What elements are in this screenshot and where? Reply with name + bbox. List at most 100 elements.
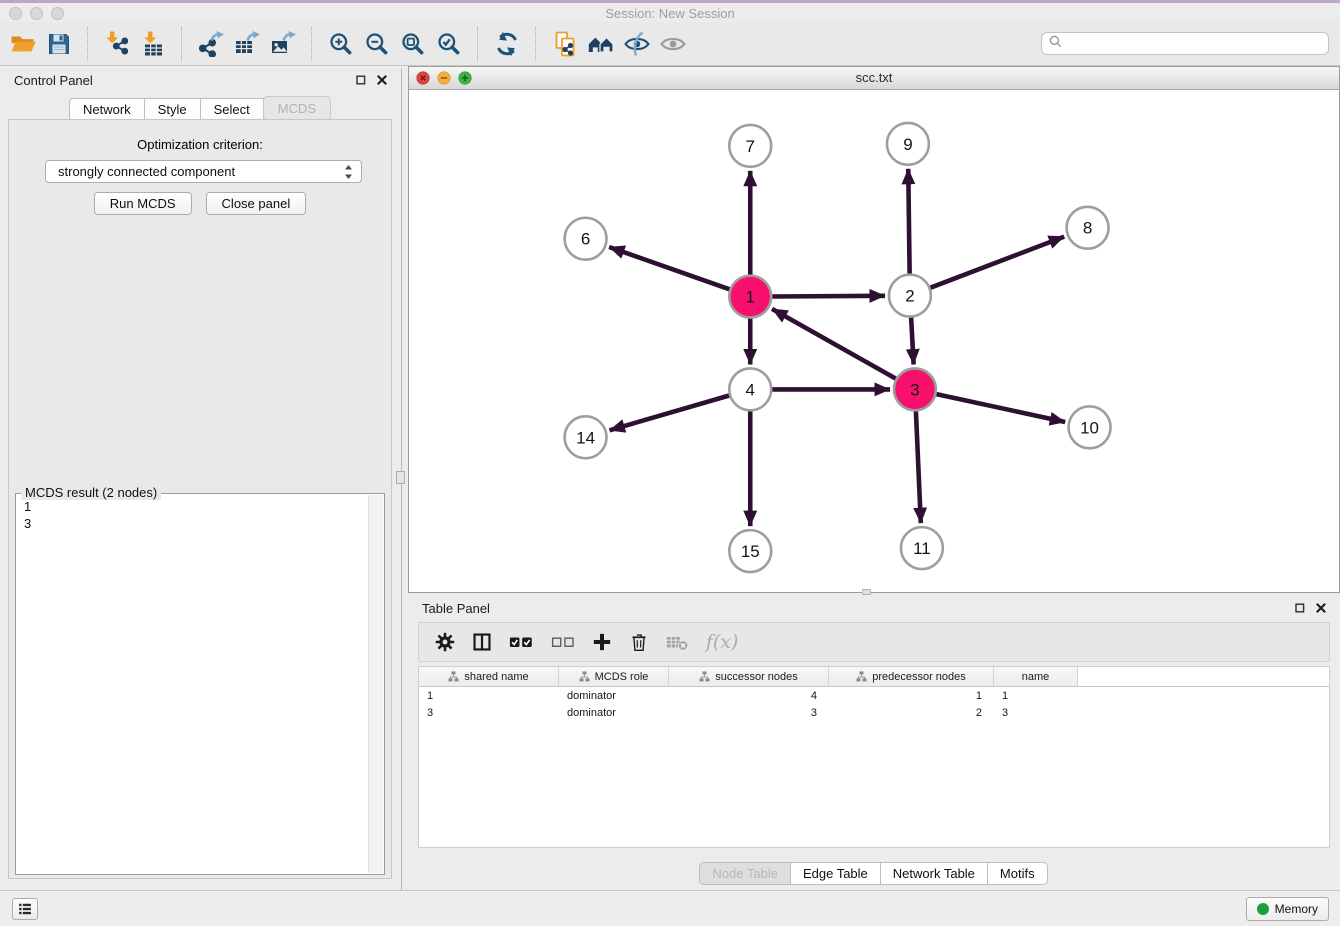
save-session-button[interactable] — [44, 28, 74, 60]
graph-node-1[interactable]: 1 — [729, 276, 771, 318]
application-window: Session: New Session Control Panel Netwo… — [0, 0, 1340, 926]
delete-table-icon — [666, 632, 689, 652]
import-table-button[interactable] — [138, 28, 168, 60]
select-all-columns-button[interactable] — [509, 632, 534, 652]
control-panel-float-button[interactable] — [355, 74, 367, 86]
graph-node-11[interactable]: 11 — [901, 527, 943, 569]
column-header-name[interactable]: name — [994, 667, 1078, 686]
search-input[interactable] — [1063, 32, 1328, 55]
add-column-button[interactable] — [592, 632, 612, 652]
splitter-knob[interactable] — [396, 471, 405, 484]
graph-edge-4-14[interactable] — [610, 395, 730, 430]
control-panel: Control Panel NetworkStyleSelectMCDS Opt… — [0, 68, 401, 890]
graph-edge-2-3[interactable] — [911, 318, 913, 365]
network-graph: 7 9 6 8 1 2 4 3 14 10 15 11 — [409, 90, 1339, 592]
table-settings-button[interactable] — [435, 632, 455, 652]
tab-style[interactable]: Style — [144, 98, 201, 121]
column-header-mcds-role[interactable]: MCDS role — [559, 667, 669, 686]
graph-edge-1-2[interactable] — [772, 296, 885, 297]
mcds-result-box: MCDS result (2 nodes) 13 — [15, 493, 385, 875]
import-network-icon — [104, 31, 130, 57]
column-header-predecessor-nodes[interactable]: predecessor nodes — [829, 667, 994, 686]
table-panel-float-button[interactable] — [1294, 602, 1306, 614]
graph-edge-2-9[interactable] — [908, 169, 909, 274]
task-history-button[interactable] — [12, 898, 38, 920]
tab-motifs[interactable]: Motifs — [987, 862, 1048, 885]
column-header-shared-name[interactable]: shared name — [419, 667, 559, 686]
graph-node-10[interactable]: 10 — [1069, 406, 1111, 448]
export-network-icon — [198, 31, 224, 57]
run-mcds-button[interactable]: Run MCDS — [94, 192, 192, 215]
show-view-button[interactable] — [658, 28, 688, 60]
memory-button[interactable]: Memory — [1246, 897, 1329, 921]
zoom-out-button[interactable] — [362, 28, 392, 60]
table-panel: Table Panel f(x) shared nameMCDS rolesuc… — [408, 596, 1340, 890]
hide-view-button[interactable] — [622, 28, 652, 60]
zoom-in-button[interactable] — [326, 28, 356, 60]
graph-node-4[interactable]: 4 — [729, 368, 771, 410]
graph-node-7[interactable]: 7 — [729, 125, 771, 167]
result-scrollbar[interactable] — [368, 495, 383, 873]
zoom-selected-button[interactable] — [434, 28, 464, 60]
table-cell: 1 — [419, 690, 559, 702]
search-box[interactable] — [1041, 32, 1329, 55]
toolbar-separator — [311, 27, 313, 61]
graph-edge-3-10[interactable] — [936, 394, 1065, 422]
criterion-dropdown[interactable]: strongly connected component — [45, 160, 362, 183]
table-tabs: Node TableEdge TableNetwork TableMotifs — [408, 862, 1340, 885]
column-label: predecessor nodes — [872, 671, 966, 683]
node-label: 14 — [576, 428, 595, 447]
graph-edge-2-8[interactable] — [930, 237, 1064, 288]
graph-edge-3-11[interactable] — [916, 411, 921, 523]
node-label: 8 — [1083, 219, 1092, 238]
graph-node-8[interactable]: 8 — [1067, 207, 1109, 249]
namespace-tree-icon — [699, 671, 710, 682]
graph-node-6[interactable]: 6 — [565, 218, 607, 260]
tab-select[interactable]: Select — [200, 98, 264, 121]
tab-network[interactable]: Network — [69, 98, 145, 121]
table-row[interactable]: 3dominator323 — [419, 704, 1329, 721]
network-canvas[interactable]: 7 9 6 8 1 2 4 3 14 10 15 11 — [409, 90, 1339, 592]
table-row[interactable]: 1dominator411 — [419, 687, 1329, 704]
graph-node-15[interactable]: 15 — [729, 530, 771, 572]
unselect-all-columns-button[interactable] — [551, 632, 576, 652]
main-toolbar — [0, 22, 1340, 66]
open-session-button[interactable] — [8, 28, 38, 60]
delete-column-button[interactable] — [629, 632, 649, 652]
function-builder-button[interactable]: f(x) — [706, 632, 739, 652]
tab-network-table[interactable]: Network Table — [880, 862, 988, 885]
vertical-splitter[interactable] — [401, 68, 408, 890]
graph-edge-1-6[interactable] — [609, 247, 729, 289]
graph-node-14[interactable]: 14 — [565, 416, 607, 458]
export-image-button[interactable] — [268, 28, 298, 60]
folder-open-icon — [10, 31, 36, 57]
table-panel-close-button[interactable] — [1315, 602, 1327, 614]
tab-node-table[interactable]: Node Table — [699, 862, 791, 885]
node-table-header: shared nameMCDS rolesuccessor nodes prede… — [419, 667, 1329, 687]
criterion-value: strongly connected component — [58, 164, 235, 179]
network-window-titlebar[interactable]: scc.txt — [409, 67, 1339, 90]
column-header-successor-nodes[interactable]: successor nodes — [669, 667, 829, 686]
graph-node-9[interactable]: 9 — [887, 123, 929, 165]
import-network-button[interactable] — [102, 28, 132, 60]
refresh-layout-button[interactable] — [492, 28, 522, 60]
graph-node-3[interactable]: 3 — [894, 368, 936, 410]
horizontal-splitter[interactable] — [862, 589, 871, 595]
node-label: 15 — [741, 542, 760, 561]
open-homes-button[interactable] — [586, 28, 616, 60]
tab-mcds[interactable]: MCDS — [263, 96, 331, 121]
export-table-button[interactable] — [232, 28, 262, 60]
control-panel-close-button[interactable] — [376, 74, 388, 86]
mcds-result-list: 13 — [17, 498, 368, 873]
gear-icon — [435, 632, 455, 652]
tab-edge-table[interactable]: Edge Table — [790, 862, 881, 885]
list-icon — [16, 900, 34, 918]
graph-node-2[interactable]: 2 — [889, 275, 931, 317]
show-columns-button[interactable] — [472, 632, 492, 652]
graph-edge-3-1[interactable] — [772, 309, 896, 379]
close-panel-button[interactable]: Close panel — [206, 192, 307, 215]
clone-network-button[interactable] — [550, 28, 580, 60]
zoom-fit-button[interactable] — [398, 28, 428, 60]
export-network-button[interactable] — [196, 28, 226, 60]
delete-table-button[interactable] — [666, 632, 689, 652]
